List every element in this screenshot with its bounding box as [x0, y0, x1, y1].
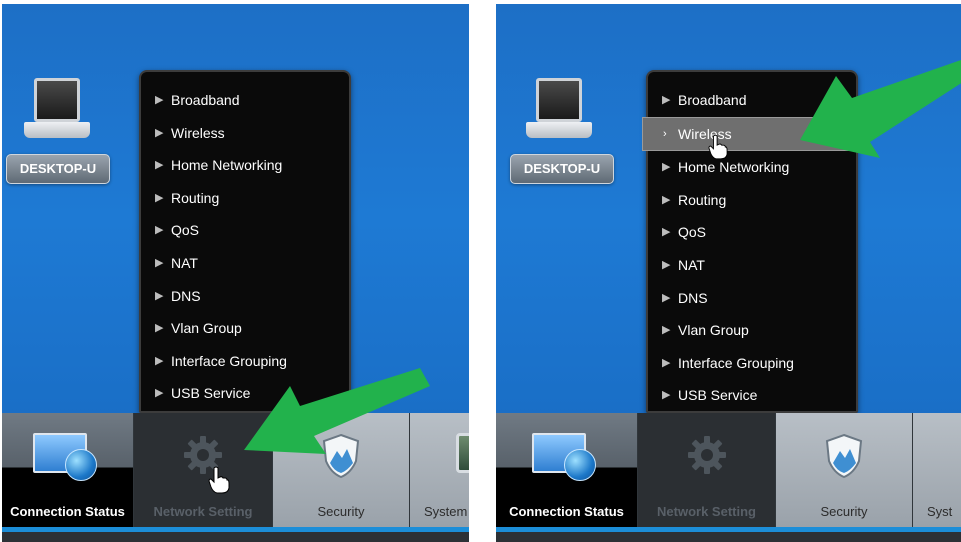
- chevron-right-icon: ▶: [155, 387, 164, 400]
- hand-cursor-icon: [708, 134, 728, 160]
- chevron-right-icon: ▶: [662, 226, 671, 239]
- screenshot-panel-left: DESKTOP-U ▶ Broadband ▶ Wireless ▶ Home Net…: [2, 4, 469, 542]
- chevron-right-icon: ▶: [155, 224, 164, 237]
- menu-item-home-networking[interactable]: ▶ Home Networking: [141, 149, 349, 182]
- chevron-right-icon: ▶: [155, 126, 164, 139]
- menu-item-vlan-group[interactable]: ▶ Vlan Group: [141, 312, 349, 345]
- green-arrow-icon: [800, 60, 961, 158]
- globe-icon: [32, 433, 103, 481]
- chevron-right-icon: ▶: [662, 389, 671, 402]
- globe-icon: [531, 433, 602, 481]
- chevron-right-icon: ›: [663, 127, 667, 140]
- menu-item-qos[interactable]: ▶ QoS: [648, 216, 856, 249]
- chevron-right-icon: ▶: [662, 94, 671, 106]
- tab-system[interactable]: Syst: [913, 413, 961, 527]
- footer-strip: [2, 532, 469, 542]
- green-arrow-icon: [244, 368, 430, 454]
- menu-item-routing[interactable]: ▶ Routing: [648, 184, 856, 217]
- chevron-right-icon: ▶: [662, 258, 671, 271]
- network-setting-menu: ▶ Broadband ▶ Wireless ▶ Home Networking ▶ R…: [139, 70, 351, 413]
- tab-connection-status[interactable]: Connection Status: [496, 413, 638, 527]
- menu-item-nat[interactable]: ▶ NAT: [141, 247, 349, 280]
- tab-security[interactable]: Security: [776, 413, 913, 527]
- chevron-right-icon: ▶: [155, 256, 164, 269]
- chevron-right-icon: ▶: [155, 159, 164, 172]
- device-label[interactable]: DESKTOP-U: [510, 154, 614, 184]
- chevron-right-icon: ▶: [155, 94, 164, 106]
- system-icon: [456, 433, 469, 473]
- chevron-right-icon: ▶: [155, 191, 164, 204]
- tab-network-setting[interactable]: Network Setting: [638, 413, 776, 527]
- chevron-right-icon: ▶: [662, 161, 671, 174]
- chevron-right-icon: ▶: [155, 289, 164, 302]
- tab-connection-status[interactable]: Connection Status: [2, 413, 134, 527]
- chevron-right-icon: ▶: [155, 322, 164, 335]
- menu-item-qos[interactable]: ▶ QoS: [141, 214, 349, 247]
- bottom-nav-bar: Connection Status Network Setting Securi…: [496, 413, 961, 542]
- menu-item-nat[interactable]: ▶ NAT: [648, 249, 856, 282]
- menu-item-interface-grouping[interactable]: ▶ Interface Grouping: [648, 347, 856, 380]
- menu-item-broadband[interactable]: ▶ Broadband: [141, 84, 349, 117]
- menu-item-routing[interactable]: ▶ Routing: [141, 182, 349, 215]
- menu-item-wireless[interactable]: ▶ Wireless: [141, 117, 349, 150]
- menu-item-usb-service[interactable]: ▶ USB Service: [648, 379, 856, 412]
- menu-item-dns[interactable]: ▶ DNS: [648, 282, 856, 315]
- gear-icon: [687, 436, 726, 474]
- shield-icon: [825, 433, 863, 479]
- device-label[interactable]: DESKTOP-U: [6, 154, 110, 184]
- footer-strip: [496, 532, 961, 542]
- screenshot-panel-right: DESKTOP-U ▶ Broadband › Wireless ▶ Home Net…: [496, 4, 961, 542]
- hand-cursor-icon: [208, 466, 230, 494]
- laptop-icon[interactable]: [24, 78, 90, 140]
- menu-item-vlan-group[interactable]: ▶ Vlan Group: [648, 314, 856, 347]
- chevron-right-icon: ▶: [662, 291, 671, 304]
- chevron-right-icon: ▶: [155, 354, 164, 367]
- chevron-right-icon: ▶: [662, 324, 671, 337]
- chevron-right-icon: ▶: [662, 356, 671, 369]
- chevron-right-icon: ▶: [662, 193, 671, 206]
- menu-item-dns[interactable]: ▶ DNS: [141, 280, 349, 313]
- laptop-icon[interactable]: [526, 78, 592, 140]
